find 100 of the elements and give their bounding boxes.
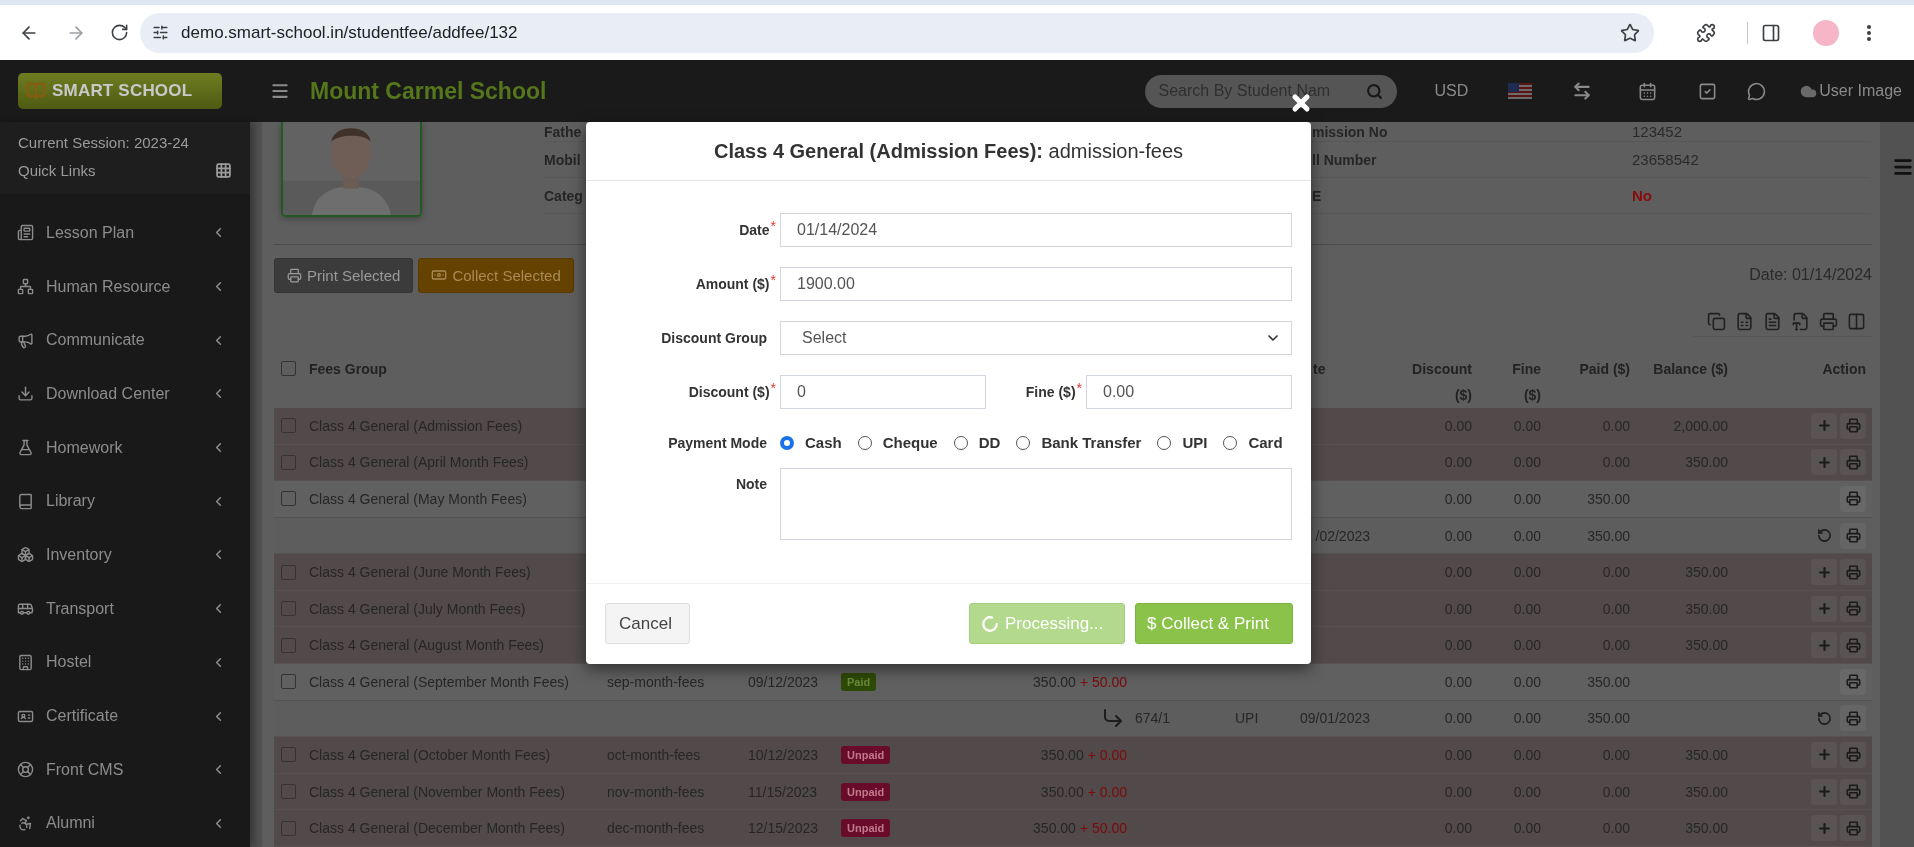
checkbox[interactable] (281, 747, 296, 763)
sidebar-item[interactable]: Library (0, 474, 250, 529)
table-cell: 350.00 (1587, 490, 1630, 507)
info-value: No (1632, 187, 1652, 204)
text-field[interactable]: 0 (780, 375, 986, 409)
radio-option[interactable]: DD (953, 434, 1001, 451)
sidebar-item[interactable]: Lesson Plan (0, 206, 250, 260)
printer-icon (287, 268, 302, 283)
checkbox[interactable] (281, 454, 296, 470)
copy-button[interactable] (1707, 312, 1726, 331)
checkbox[interactable] (281, 637, 296, 653)
pdf-button[interactable] (1791, 312, 1810, 331)
print-button[interactable] (1840, 741, 1866, 768)
radio-option[interactable]: Cheque (857, 434, 938, 451)
logo[interactable]: SMART SCHOOL (18, 73, 222, 109)
printer-icon (1845, 784, 1861, 800)
radio-button[interactable] (780, 435, 794, 450)
print-button[interactable] (1819, 312, 1838, 331)
menu-icon[interactable] (270, 81, 290, 101)
sidebar-item[interactable]: Homework (0, 420, 250, 475)
select-field[interactable]: Select (780, 321, 1292, 355)
bookmark-star-icon[interactable] (1619, 22, 1640, 43)
print-button[interactable] (1840, 595, 1866, 622)
currency-label[interactable]: USD (1434, 82, 1469, 100)
radio-button[interactable] (1223, 435, 1238, 450)
excel-button[interactable] (1735, 312, 1754, 331)
spreadsheet-file-icon (1735, 312, 1754, 331)
radio-option[interactable]: Cash (780, 434, 842, 451)
print-button[interactable] (1840, 632, 1866, 659)
print-button[interactable] (1840, 668, 1866, 695)
print-button[interactable] (1840, 705, 1866, 732)
add-button[interactable] (1811, 449, 1837, 476)
text-field[interactable]: 1900.00 (780, 267, 1292, 301)
note-field[interactable] (780, 468, 1292, 540)
text-file-icon (1763, 312, 1782, 331)
printer-icon (1845, 637, 1861, 653)
column-header: Fees Group (309, 361, 387, 377)
checkbox[interactable] (281, 491, 296, 507)
grid-icon[interactable] (215, 162, 232, 179)
print-button[interactable] (1840, 815, 1866, 842)
add-button[interactable] (1811, 559, 1837, 586)
sidebar-item[interactable]: Front CMS (0, 742, 250, 797)
print-button[interactable] (1840, 778, 1866, 805)
print-button[interactable] (1840, 485, 1866, 512)
sidebar-item[interactable]: Human Resource (0, 259, 250, 314)
checkbox[interactable] (281, 418, 296, 434)
print-button[interactable] (1840, 522, 1866, 549)
print-button[interactable] (1840, 559, 1866, 586)
sidebar-item[interactable]: Download Center (0, 367, 250, 421)
checkbox[interactable] (281, 361, 296, 376)
radio-option[interactable]: UPI (1157, 434, 1208, 451)
profile-avatar[interactable] (1813, 19, 1839, 46)
chat-icon[interactable] (1747, 81, 1767, 101)
radio-button[interactable] (1157, 435, 1172, 450)
quick-links-label[interactable]: Quick Links (18, 162, 96, 179)
field-label: Amount ($) (695, 276, 770, 292)
radio-button[interactable] (857, 435, 872, 450)
sidebar-item[interactable]: Alumni (0, 796, 250, 847)
radio-button[interactable] (953, 435, 968, 450)
sidebar-item[interactable]: Transport (0, 581, 250, 636)
add-button[interactable] (1811, 778, 1837, 805)
sidebar-item[interactable]: Inventory (0, 528, 250, 582)
field-label: Date (739, 222, 770, 238)
print-selected-button[interactable]: Print Selected (274, 258, 414, 293)
add-button[interactable] (1811, 741, 1837, 768)
radio-button[interactable] (1016, 435, 1031, 450)
text-field[interactable]: 01/14/2024 (780, 213, 1292, 247)
printer-icon (1845, 674, 1861, 690)
add-button[interactable] (1811, 632, 1837, 659)
sidebar-item[interactable]: Communicate (0, 313, 250, 368)
checkbox[interactable] (281, 784, 296, 800)
csv-button[interactable] (1763, 312, 1782, 331)
swap-icon[interactable] (1572, 81, 1593, 101)
print-button[interactable] (1840, 412, 1866, 439)
radio-option[interactable]: Bank Transfer (1016, 434, 1142, 451)
info-label: Categ (544, 187, 583, 204)
add-button[interactable] (1811, 815, 1837, 842)
checkbox[interactable] (281, 674, 296, 690)
sidebar-item[interactable]: Certificate (0, 689, 250, 743)
task-check-icon[interactable] (1698, 81, 1718, 101)
collect-selected-button[interactable]: Collect Selected (418, 258, 574, 293)
calendar-icon[interactable] (1638, 81, 1658, 101)
address-bar[interactable]: demo.smart-school.in/studentfee/addfee/132 (140, 12, 1654, 53)
columns-button[interactable] (1847, 312, 1866, 331)
required-mark: * (770, 218, 776, 234)
sidebar-item[interactable]: Hostel (0, 635, 250, 690)
menu-icon[interactable] (1892, 156, 1914, 178)
checkbox[interactable] (281, 820, 296, 836)
add-button[interactable] (1811, 595, 1837, 622)
text-field[interactable]: 0.00 (1086, 375, 1292, 409)
print-button[interactable] (1840, 449, 1866, 476)
cancel-button[interactable]: Cancel (605, 603, 690, 644)
field-label: Discount ($) (688, 384, 770, 400)
checkbox[interactable] (281, 601, 296, 617)
checkbox[interactable] (281, 564, 296, 580)
user-image-link[interactable]: User Image (1800, 82, 1902, 100)
add-button[interactable] (1811, 412, 1837, 439)
flag-icon (1508, 83, 1533, 99)
radio-option[interactable]: Card (1223, 434, 1283, 451)
table-cell: Class 4 General (September Month Fees) (309, 673, 569, 690)
